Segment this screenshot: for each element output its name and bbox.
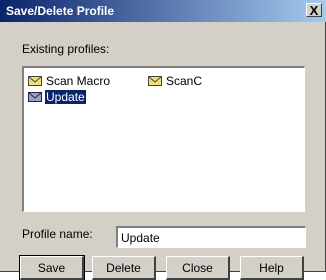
window-title: Save/Delete Profile <box>6 4 115 18</box>
profile-name-input[interactable] <box>116 226 306 248</box>
profile-name-label: Profile name: <box>22 227 93 241</box>
close-button[interactable]: Close <box>166 256 230 280</box>
help-button[interactable]: Help <box>240 256 304 280</box>
list-item-label: ScanC <box>166 74 203 88</box>
list-item-label: Update <box>45 90 86 104</box>
close-window-button[interactable]: X <box>306 3 322 18</box>
list-item-scanc[interactable]: ScanC <box>148 74 203 88</box>
list-item-label: Scan Macro <box>46 74 111 88</box>
envelope-icon <box>148 76 162 86</box>
profiles-listbox[interactable]: Scan Macro ScanC Update <box>22 66 305 212</box>
envelope-icon <box>28 92 42 102</box>
save-button[interactable]: Save <box>19 255 85 280</box>
envelope-icon <box>28 76 42 86</box>
save-delete-profile-dialog: Save/Delete Profile X Existing profiles:… <box>0 0 326 280</box>
delete-button[interactable]: Delete <box>92 256 156 280</box>
list-item-update[interactable]: Update <box>28 90 86 104</box>
list-item-scan-macro[interactable]: Scan Macro <box>28 74 111 88</box>
title-bar[interactable]: Save/Delete Profile X <box>0 0 326 22</box>
existing-profiles-label: Existing profiles: <box>22 42 110 56</box>
